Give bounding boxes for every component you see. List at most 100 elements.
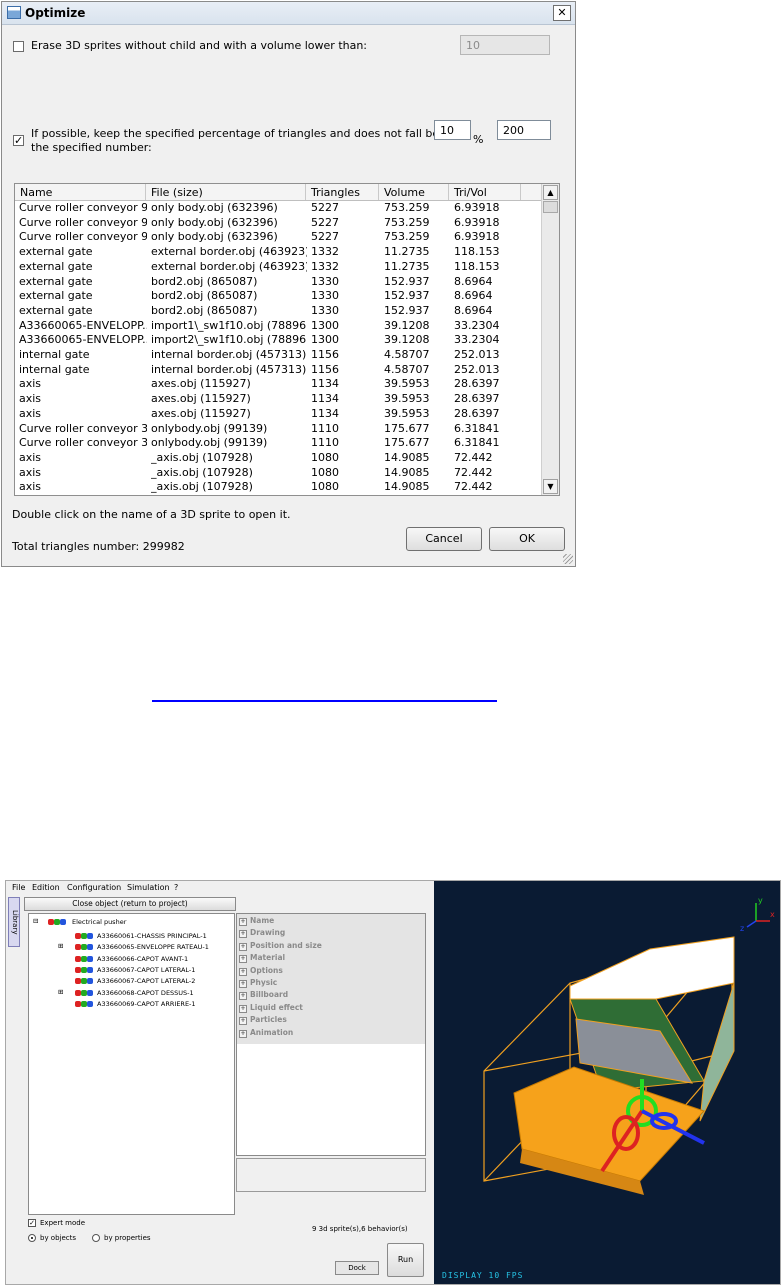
property-group[interactable]: + Options bbox=[239, 966, 283, 976]
property-group[interactable]: + Physic bbox=[239, 978, 277, 988]
expand-plus-icon[interactable]: + bbox=[239, 992, 247, 1001]
3d-viewport[interactable]: y x z DISPLAY 10 FPS bbox=[434, 881, 780, 1284]
by-objects-radio[interactable] bbox=[28, 1234, 36, 1242]
property-group[interactable]: + Liquid effect bbox=[239, 1003, 303, 1013]
expand-plus-icon[interactable]: + bbox=[239, 942, 247, 951]
cell-name[interactable]: external gate bbox=[19, 304, 147, 317]
cell-name[interactable]: Curve roller conveyor 30 bbox=[19, 422, 147, 435]
cell-name[interactable]: internal gate bbox=[19, 348, 147, 361]
cell-name[interactable]: A33660065-ENVELOPP... bbox=[19, 319, 147, 332]
tree-item[interactable]: A33660068-CAPOT DESSUS-1 bbox=[97, 989, 194, 997]
menu-help[interactable]: ? bbox=[174, 883, 178, 892]
cell-name[interactable]: A33660065-ENVELOPP... bbox=[19, 333, 147, 346]
tree-item[interactable]: A33660061-CHASSIS PRINCIPAL-1 bbox=[97, 932, 207, 940]
expand-plus-icon[interactable]: + bbox=[239, 955, 247, 964]
table-scrollbar[interactable]: ▲ ▼ bbox=[541, 184, 559, 495]
tree-item[interactable]: A33660069-CAPOT ARRIERE-1 bbox=[97, 1000, 196, 1008]
menu-file[interactable]: File bbox=[12, 883, 25, 892]
cell-name[interactable]: external gate bbox=[19, 245, 147, 258]
keep-triangles-checkbox[interactable]: ✓ bbox=[13, 135, 24, 146]
table-row[interactable]: Curve roller conveyor 30 onlybody.obj (99… bbox=[15, 422, 543, 437]
menu-edition[interactable]: Edition bbox=[32, 883, 60, 892]
table-row[interactable]: Curve roller conveyor 90 only body.obj (6… bbox=[15, 201, 543, 216]
table-row[interactable]: axis axes.obj (115927) 1134 39.5953 28.6397 bbox=[15, 407, 543, 422]
expand-plus-icon[interactable]: + bbox=[239, 1004, 247, 1013]
cancel-button[interactable]: Cancel bbox=[406, 527, 482, 551]
column-trivol-header[interactable]: Tri/Vol bbox=[454, 186, 487, 199]
cell-name[interactable]: axis bbox=[19, 480, 147, 493]
expand-plus-icon[interactable]: + bbox=[239, 967, 247, 976]
cell-name[interactable]: Curve roller conveyor 30 bbox=[19, 436, 147, 449]
cell-name[interactable]: axis bbox=[19, 451, 147, 464]
min-triangles-input[interactable]: 200 bbox=[497, 120, 551, 140]
property-group[interactable]: + Particles bbox=[239, 1015, 287, 1026]
expert-mode-checkbox[interactable]: ✓ bbox=[28, 1219, 36, 1227]
by-properties-radio[interactable] bbox=[92, 1234, 100, 1242]
scroll-thumb[interactable] bbox=[543, 201, 558, 213]
column-triangles-header[interactable]: Triangles bbox=[311, 186, 360, 199]
cell-name[interactable]: Curve roller conveyor 90 bbox=[19, 201, 147, 214]
menu-simulation[interactable]: Simulation bbox=[127, 883, 170, 892]
cell-name[interactable]: Curve roller conveyor 90 bbox=[19, 216, 147, 229]
column-name-header[interactable]: Name bbox=[20, 186, 52, 199]
cell-name[interactable]: external gate bbox=[19, 289, 147, 302]
hyperlink-underline[interactable] bbox=[152, 700, 497, 702]
expand-plus-icon[interactable]: + bbox=[239, 918, 247, 926]
cell-name[interactable]: external gate bbox=[19, 275, 147, 288]
cell-name[interactable]: Curve roller conveyor 90 bbox=[19, 230, 147, 243]
dock-button[interactable]: Dock bbox=[335, 1261, 379, 1275]
property-group[interactable]: + Billboard bbox=[239, 990, 288, 1001]
cell-name[interactable]: axis bbox=[19, 392, 147, 405]
expand-plus-icon[interactable]: + bbox=[239, 1017, 247, 1026]
table-row[interactable]: Curve roller conveyor 90 only body.obj (6… bbox=[15, 230, 543, 245]
tree-root-label[interactable]: Electrical pusher bbox=[72, 918, 126, 926]
expand-plus-icon[interactable]: + bbox=[239, 980, 247, 988]
dialog-title-bar[interactable]: Optimize ✕ bbox=[2, 2, 575, 25]
table-row[interactable]: axis _axis.obj (107928) 1080 14.9085 72.442 bbox=[15, 451, 543, 466]
run-button[interactable]: Run bbox=[387, 1243, 424, 1277]
tree-collapse-icon[interactable]: ⊟ bbox=[33, 917, 38, 925]
property-group[interactable]: + Position and size bbox=[239, 941, 322, 951]
table-row[interactable]: internal gate internal border.obj (457313… bbox=[15, 363, 543, 378]
cell-name[interactable]: axis bbox=[19, 407, 147, 420]
close-icon[interactable]: ✕ bbox=[553, 5, 571, 21]
close-object-button[interactable]: Close object (return to project) bbox=[24, 897, 236, 911]
tree-item[interactable]: A33660067-CAPOT LATERAL-1 bbox=[97, 966, 195, 974]
column-file-header[interactable]: File (size) bbox=[151, 186, 203, 199]
resize-grip-icon[interactable] bbox=[563, 554, 573, 564]
scroll-up-icon[interactable]: ▲ bbox=[543, 185, 558, 200]
table-row[interactable]: Curve roller conveyor 90 only body.obj (6… bbox=[15, 216, 543, 231]
table-row[interactable]: A33660065-ENVELOPP... import1\_sw1f10.obj… bbox=[15, 319, 543, 334]
cell-name[interactable]: internal gate bbox=[19, 363, 147, 376]
table-row[interactable]: axis axes.obj (115927) 1134 39.5953 28.6397 bbox=[15, 392, 543, 407]
property-group[interactable]: + Drawing bbox=[239, 928, 285, 939]
tree-item[interactable]: A33660065-ENVELOPPE RATEAU-1 bbox=[97, 943, 209, 951]
expand-plus-icon[interactable]: + bbox=[239, 930, 247, 939]
table-row[interactable]: Curve roller conveyor 30 onlybody.obj (99… bbox=[15, 436, 543, 451]
tree-expand-icon[interactable]: ⊞ bbox=[58, 988, 63, 996]
cell-name[interactable]: axis bbox=[19, 466, 147, 479]
tree-expand-icon[interactable]: ⊞ bbox=[58, 942, 63, 950]
table-row[interactable]: A33660065-ENVELOPP... import2\_sw1f10.obj… bbox=[15, 333, 543, 348]
table-row[interactable]: external gate bord2.obj (865087) 1330 152.9… bbox=[15, 275, 543, 290]
scroll-down-icon[interactable]: ▼ bbox=[543, 479, 558, 494]
property-group[interactable]: + Name bbox=[239, 916, 274, 926]
property-group[interactable]: + Animation bbox=[239, 1028, 293, 1038]
tree-item[interactable]: A33660067-CAPOT LATERAL-2 bbox=[97, 977, 195, 985]
property-group[interactable]: + Material bbox=[239, 953, 285, 964]
menu-configuration[interactable]: Configuration bbox=[67, 883, 121, 892]
expand-plus-icon[interactable]: + bbox=[239, 1029, 247, 1038]
ok-button[interactable]: OK bbox=[489, 527, 565, 551]
column-volume-header[interactable]: Volume bbox=[384, 186, 425, 199]
cell-name[interactable]: axis bbox=[19, 377, 147, 390]
library-tab[interactable]: Library bbox=[8, 897, 20, 947]
cell-name[interactable]: external gate bbox=[19, 260, 147, 273]
volume-threshold-input[interactable]: 10 bbox=[460, 35, 550, 55]
table-row[interactable]: axis _axis.obj (107928) 1080 14.9085 72.442 bbox=[15, 466, 543, 481]
table-row[interactable]: external gate bord2.obj (865087) 1330 152.9… bbox=[15, 304, 543, 319]
table-row[interactable]: internal gate internal border.obj (457313… bbox=[15, 348, 543, 363]
table-row[interactable]: axis axes.obj (115927) 1134 39.5953 28.6397 bbox=[15, 377, 543, 392]
table-row[interactable]: external gate bord2.obj (865087) 1330 152.9… bbox=[15, 289, 543, 304]
percentage-input[interactable]: 10 bbox=[434, 120, 471, 140]
erase-sprites-checkbox[interactable] bbox=[13, 41, 24, 52]
